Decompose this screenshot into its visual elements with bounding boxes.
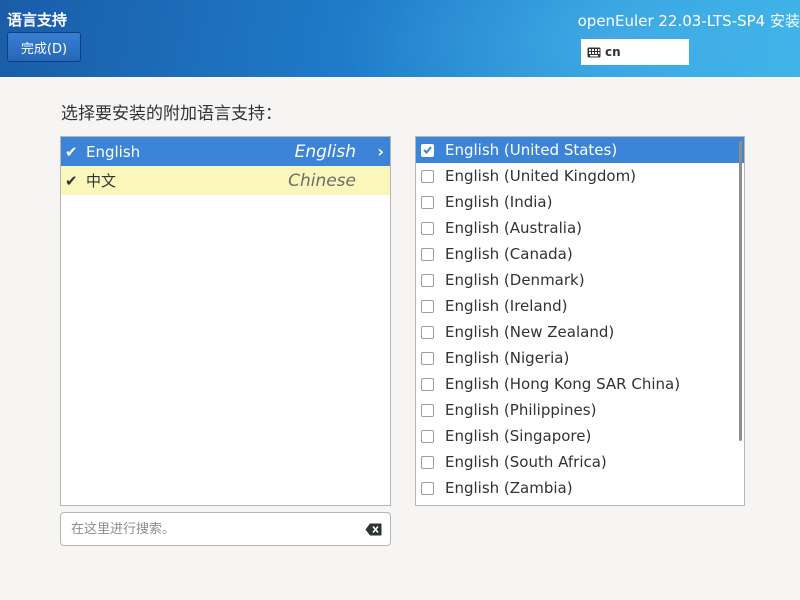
locale-label: English (South Africa) — [445, 453, 607, 471]
checkbox-icon[interactable] — [421, 195, 434, 209]
locale-row[interactable]: English (Philippines) — [416, 397, 744, 423]
language-english-name: English — [294, 141, 356, 162]
locale-row[interactable]: English (South Africa) — [416, 449, 744, 475]
checkbox-icon[interactable] — [421, 299, 434, 313]
locale-label: English (Hong Kong SAR China) — [445, 375, 681, 393]
locale-list: English (United States) English (United … — [415, 136, 745, 506]
checkbox-icon[interactable] — [421, 169, 434, 183]
checkbox-icon[interactable] — [421, 351, 434, 365]
language-row-chinese[interactable]: ✔ 中文 Chinese — [61, 166, 390, 195]
language-native-name: 中文 — [86, 172, 117, 190]
keyboard-icon — [587, 47, 601, 57]
locale-label: English (Australia) — [445, 219, 582, 237]
checkbox-icon[interactable] — [421, 325, 434, 339]
locale-row[interactable]: English (Zambia) — [416, 475, 744, 501]
locale-label: English (United States) — [445, 141, 618, 159]
language-native-name: English — [86, 142, 141, 161]
check-icon: ✔ — [65, 171, 78, 190]
locale-label: English (Denmark) — [445, 271, 585, 289]
language-search-box — [60, 512, 391, 546]
locale-label: English (Canada) — [445, 245, 573, 263]
keyboard-layout-label: cn — [605, 45, 621, 59]
clear-search-icon[interactable] — [365, 523, 382, 536]
checkbox-icon[interactable] — [421, 221, 434, 235]
search-input[interactable] — [69, 520, 353, 538]
chevron-right-icon: › — [377, 142, 384, 161]
checkbox-icon[interactable] — [421, 273, 434, 287]
check-icon: ✔ — [65, 142, 78, 161]
done-button[interactable]: 完成(D) — [7, 32, 81, 62]
product-title: openEuler 22.03-LTS-SP4 安装 — [577, 12, 800, 30]
locale-label: English (India) — [445, 193, 553, 211]
language-support-prompt: 选择要安装的附加语言支持： — [61, 104, 282, 124]
locale-label: English (Zambia) — [445, 479, 573, 497]
locale-label: English (United Kingdom) — [445, 167, 637, 185]
locale-list-scrollbar[interactable] — [739, 141, 742, 441]
checkbox-icon[interactable] — [421, 429, 434, 443]
locale-row[interactable]: English (Australia) — [416, 215, 744, 241]
screen-title: 语言支持 — [7, 11, 68, 29]
locale-row[interactable]: English (New Zealand) — [416, 319, 744, 345]
locale-row[interactable]: English (Nigeria) — [416, 345, 744, 371]
locale-row[interactable]: English (Denmark) — [416, 267, 744, 293]
checkbox-icon[interactable] — [421, 455, 434, 469]
locale-row[interactable]: English (United States) — [416, 137, 744, 163]
checkbox-icon[interactable] — [421, 247, 434, 261]
locale-label: English (Singapore) — [445, 427, 592, 445]
language-list: ✔ English English › ✔ 中文 Chinese — [60, 136, 391, 506]
language-row-english[interactable]: ✔ English English › — [61, 137, 390, 166]
checkbox-checked-icon[interactable] — [421, 143, 434, 157]
locale-row[interactable]: English (Canada) — [416, 241, 744, 267]
checkbox-icon[interactable] — [421, 403, 434, 417]
locale-row[interactable]: English (United Kingdom) — [416, 163, 744, 189]
locale-row[interactable]: English (Singapore) — [416, 423, 744, 449]
locale-label: English (Philippines) — [445, 401, 597, 419]
header-bar: 语言支持 完成(D) openEuler 22.03-LTS-SP4 安装 cn — [0, 0, 800, 77]
checkbox-icon[interactable] — [421, 377, 434, 391]
keyboard-layout-indicator[interactable]: cn — [581, 39, 689, 65]
language-english-name: Chinese — [288, 170, 356, 191]
locale-label: English (Nigeria) — [445, 349, 570, 367]
locale-label: English (Ireland) — [445, 297, 568, 315]
locale-row[interactable]: English (Ireland) — [416, 293, 744, 319]
locale-label: English (New Zealand) — [445, 323, 615, 341]
locale-row[interactable]: English (Hong Kong SAR China) — [416, 371, 744, 397]
locale-row[interactable]: English (India) — [416, 189, 744, 215]
checkbox-icon[interactable] — [421, 481, 434, 495]
